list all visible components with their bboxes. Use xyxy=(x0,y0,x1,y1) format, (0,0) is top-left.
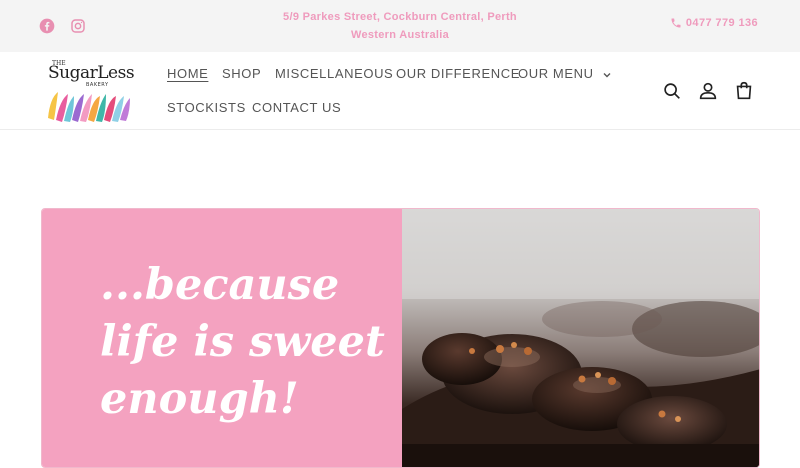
phone-link[interactable]: 0477 779 136 xyxy=(670,17,758,29)
phone-icon xyxy=(671,18,681,28)
hero-line-2: life is sweet xyxy=(100,317,385,367)
announcement-bar: 5/9 Parkes Street, Cockburn Central, Per… xyxy=(0,0,800,52)
search-icon[interactable] xyxy=(661,80,683,102)
nav-contact-us[interactable]: CONTACT US xyxy=(252,100,341,115)
hero-banner: ...because life is sweet enough! xyxy=(41,208,760,468)
facebook-icon[interactable] xyxy=(39,18,55,34)
instagram-icon[interactable] xyxy=(70,18,86,34)
nav-our-difference[interactable]: OUR DIFFERENCE xyxy=(396,66,520,81)
hero-line-1: ...because xyxy=(100,260,340,310)
logo-brush-strokes xyxy=(48,92,130,122)
nav-our-menu[interactable]: OUR MENU xyxy=(518,66,612,81)
hero-line-3: enough! xyxy=(100,374,299,424)
address-line-2: Western Australia xyxy=(350,29,450,41)
store-address[interactable]: 5/9 Parkes Street, Cockburn Central, Per… xyxy=(250,8,550,44)
logo-wordmark: SugarLess xyxy=(48,63,135,83)
nav-miscellaneous[interactable]: MISCELLANEOUS xyxy=(275,66,393,81)
nav-stockists[interactable]: STOCKISTS xyxy=(167,100,246,115)
hero-image-brownie xyxy=(402,209,759,467)
address-line-1: 5/9 Parkes Street, Cockburn Central, Per… xyxy=(283,11,517,23)
brand-logo[interactable]: THE SugarLess BAKERY xyxy=(44,60,135,126)
site-header: THE SugarLess BAKERY HOME SHOP MISCELLAN… xyxy=(0,52,800,130)
hero-heading: ...because life is sweet enough! xyxy=(100,257,400,428)
chevron-down-icon xyxy=(602,70,612,80)
nav-our-menu-label: OUR MENU xyxy=(518,66,594,81)
nav-shop[interactable]: SHOP xyxy=(222,66,261,81)
account-icon[interactable] xyxy=(697,80,719,102)
brownie-illustration xyxy=(402,209,759,467)
hero-text-panel: ...because life is sweet enough! xyxy=(42,209,402,467)
phone-number: 0477 779 136 xyxy=(685,17,758,29)
nav-home[interactable]: HOME xyxy=(167,66,208,81)
cart-icon[interactable] xyxy=(733,80,755,102)
